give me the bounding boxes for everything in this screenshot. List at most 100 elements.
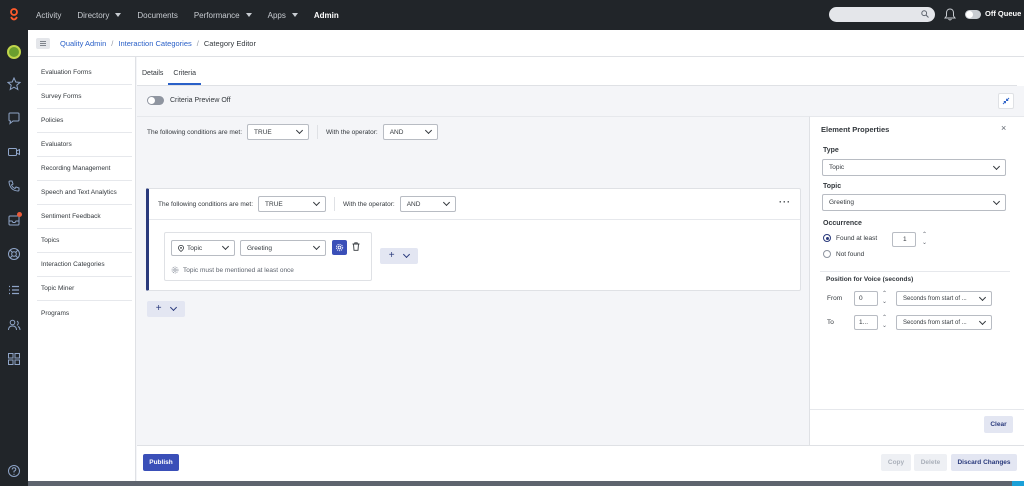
occurrence-count-input[interactable]: 1	[892, 232, 916, 247]
condition-group: The following conditions are met: TRUE W…	[146, 188, 801, 291]
criteria-preview-label: Criteria Preview Off	[170, 97, 231, 104]
nav-performance-label: Performance	[193, 10, 240, 20]
divider	[334, 197, 336, 211]
chat-icon[interactable]	[6, 110, 22, 126]
stepper-down-icon[interactable]: ⌄	[882, 323, 887, 329]
chevron-down-icon	[291, 13, 298, 17]
add-condition-button[interactable]: +	[380, 248, 418, 264]
tab-criteria[interactable]: Criteria	[168, 65, 201, 85]
nav-performance[interactable]: Performance	[194, 11, 252, 20]
sidebar-item-survey-forms[interactable]: Survey Forms	[37, 85, 132, 109]
queue-toggle[interactable]	[965, 10, 981, 19]
from-value: 0	[859, 295, 863, 302]
sidebar-item-topic-miner[interactable]: Topic Miner	[37, 277, 132, 301]
sidebar-item-speech-text-analytics[interactable]: Speech and Text Analytics	[37, 181, 132, 205]
star-icon[interactable]	[6, 76, 22, 92]
inbox-icon[interactable]	[6, 212, 22, 228]
nav-apps[interactable]: Apps	[268, 11, 298, 20]
help-icon[interactable]	[6, 463, 22, 479]
nav-admin-label: Admin	[313, 10, 339, 20]
radio-found-at-least[interactable]: Found at least	[823, 234, 877, 242]
discard-changes-button[interactable]: Discard Changes	[951, 454, 1017, 471]
list-icon[interactable]	[6, 282, 22, 298]
sidebar-item-evaluation-forms[interactable]: Evaluation Forms	[37, 61, 132, 85]
settings-button[interactable]	[332, 240, 347, 255]
breadcrumb-interaction-categories[interactable]: Interaction Categories	[118, 39, 191, 48]
bell-icon[interactable]	[944, 8, 956, 21]
properties-topic-select[interactable]: Greeting	[822, 194, 1006, 211]
trash-icon[interactable]	[352, 242, 360, 251]
accent-bar	[1012, 481, 1024, 486]
nav-apps-label: Apps	[267, 10, 286, 20]
people-icon[interactable]	[6, 317, 22, 333]
sidebar-item-interaction-categories[interactable]: Interaction Categories	[37, 253, 132, 277]
nav-documents-label: Documents	[137, 10, 178, 20]
left-rail	[0, 30, 28, 486]
from-input[interactable]: 0	[854, 291, 878, 306]
occurrence-count-value: 1	[903, 236, 907, 243]
group-conditions-label: The following conditions are met:	[158, 200, 254, 208]
phone-icon[interactable]	[6, 178, 22, 194]
publish-button[interactable]: Publish	[143, 454, 179, 471]
sidebar-item-sentiment-feedback[interactable]: Sentiment Feedback	[37, 205, 132, 229]
sidebar-item-topics[interactable]: Topics	[37, 229, 132, 253]
nav-activity[interactable]: Activity	[36, 11, 61, 20]
group-conditions-select[interactable]: TRUE	[258, 196, 327, 212]
to-input[interactable]: 1...	[854, 315, 878, 330]
hamburger-icon	[40, 40, 46, 46]
nav-directory[interactable]: Directory	[77, 10, 122, 20]
delete-button[interactable]: Delete	[914, 454, 947, 471]
condition-card: Topic Greeting Topic must be mentioned a…	[164, 232, 372, 281]
stepper-up-icon[interactable]: ⌃	[882, 291, 887, 297]
apps-grid-icon[interactable]	[6, 351, 22, 367]
stepper-down-icon[interactable]: ⌄	[922, 240, 927, 246]
radio-not-found[interactable]: Not found	[823, 250, 864, 258]
chevron-down-icon	[245, 13, 252, 17]
sidebar-item-programs[interactable]: Programs	[37, 301, 132, 325]
stepper-up-icon[interactable]: ⌃	[882, 315, 887, 321]
search-icon[interactable]	[921, 10, 929, 18]
type-select[interactable]: Topic	[822, 159, 1006, 176]
action-bar: Publish Copy Delete Discard Changes	[137, 445, 1024, 486]
stepper-down-icon[interactable]: ⌄	[882, 299, 887, 305]
lifebuoy-icon[interactable]	[6, 246, 22, 262]
copy-button[interactable]: Copy	[881, 454, 911, 471]
sidebar-item-evaluators[interactable]: Evaluators	[37, 133, 132, 157]
outer-conditions-select[interactable]: TRUE	[247, 124, 310, 140]
outer-conditions-label: The following conditions are met:	[147, 128, 243, 136]
video-icon[interactable]	[6, 144, 22, 160]
group-operator-select[interactable]: AND	[399, 196, 456, 212]
stepper-up-icon[interactable]: ⌃	[922, 232, 927, 238]
properties-topic-value: Greeting	[829, 199, 854, 206]
add-group-button[interactable]: +	[147, 301, 185, 317]
group-menu-button[interactable]: ···	[779, 197, 791, 207]
menu-toggle-button[interactable]	[36, 37, 50, 49]
element-type-select[interactable]: Topic	[171, 240, 235, 256]
chevron-down-icon	[978, 293, 987, 301]
element-type-value: Topic	[187, 244, 203, 252]
topic-select[interactable]: Greeting	[240, 240, 326, 256]
sidebar-item-policies[interactable]: Policies	[37, 109, 132, 133]
to-unit-select[interactable]: Seconds from start of ...	[896, 315, 992, 330]
nav-documents[interactable]: Documents	[137, 11, 177, 20]
clear-button[interactable]: Clear	[984, 416, 1013, 433]
sidebar-item-recording-management[interactable]: Recording Management	[37, 157, 132, 181]
user-avatar[interactable]	[6, 44, 22, 60]
tab-details[interactable]: Details	[137, 65, 168, 85]
plus-icon: +	[155, 303, 162, 314]
close-icon[interactable]: ×	[1001, 123, 1006, 133]
criteria-preview-toggle[interactable]	[147, 96, 164, 105]
nav-admin[interactable]: Admin	[314, 11, 339, 20]
from-unit-select[interactable]: Seconds from start of ...	[896, 291, 992, 306]
to-label: To	[827, 319, 834, 326]
genesys-logo-icon[interactable]	[0, 0, 28, 30]
outer-operator-select[interactable]: AND	[382, 124, 438, 140]
nav-directory-label: Directory	[77, 10, 110, 20]
chevron-down-icon	[221, 242, 230, 251]
search-input[interactable]	[829, 7, 935, 22]
chevron-down-icon	[992, 197, 1001, 205]
breadcrumb-separator: /	[196, 38, 199, 48]
collapse-panel-button[interactable]	[998, 93, 1014, 109]
chevron-down-icon	[170, 303, 178, 312]
breadcrumb-quality-admin[interactable]: Quality Admin	[60, 39, 106, 48]
